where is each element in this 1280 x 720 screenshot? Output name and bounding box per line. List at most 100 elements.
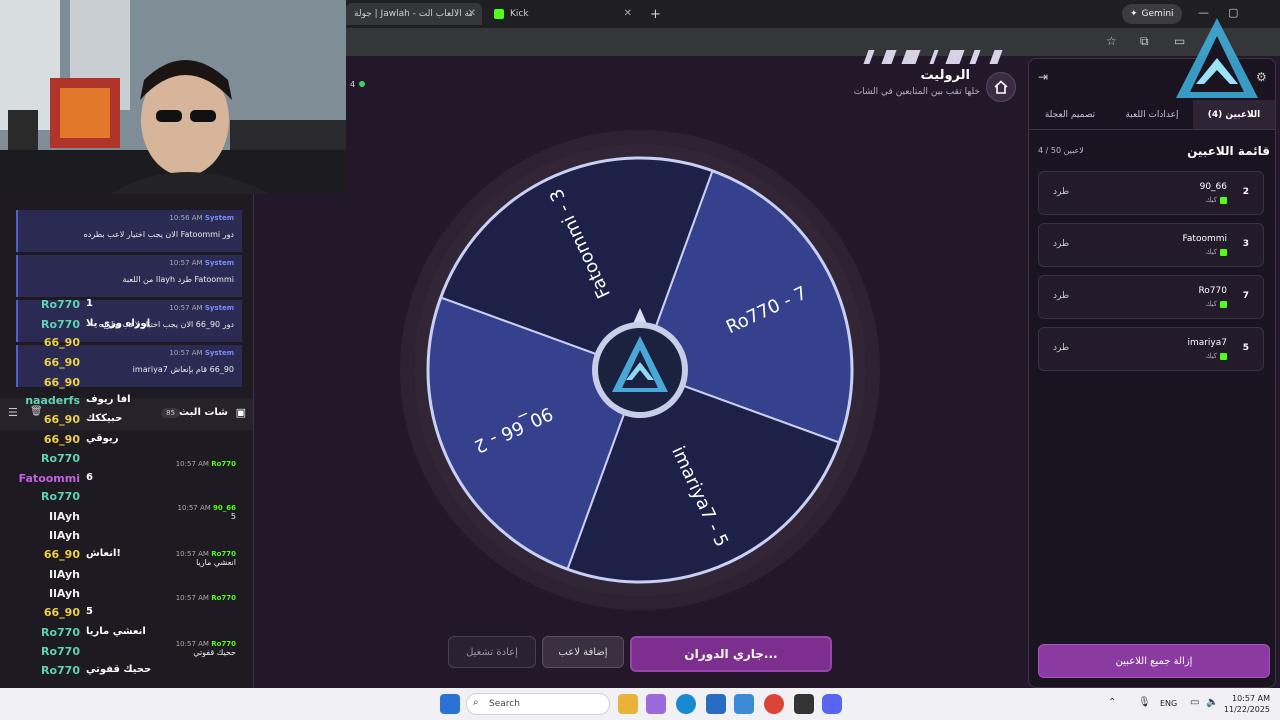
overlay-chat-line: 66_90 — [0, 548, 80, 561]
discord-icon[interactable] — [822, 694, 842, 714]
system-message: 10:56 AM System دور Fatoommi الان يجب اخ… — [16, 210, 242, 252]
message-user: 90_66 — [213, 504, 236, 512]
message-user: System — [204, 259, 234, 267]
add-player-button[interactable]: إضافة لاعب — [542, 636, 624, 668]
chat-count-badge: 85 — [161, 408, 180, 418]
overlay-chat-line: 66_90 — [0, 336, 80, 349]
player-name: Fatoommi — [1182, 234, 1227, 244]
store-icon[interactable] — [706, 694, 726, 714]
tab-label: Kick — [510, 9, 529, 19]
overlay-username: Ro770 — [41, 318, 80, 331]
home-button[interactable] — [986, 72, 1016, 102]
overlay-message: ريوقي — [86, 433, 119, 444]
message-time: 10:57 AM — [169, 304, 203, 312]
search-placeholder: Search — [489, 699, 520, 709]
overlay-chat-line: Ro770 — [0, 645, 80, 658]
player-row: 3 Fatoommi كيك طرد — [1038, 223, 1264, 267]
search-icon: ⌕ — [473, 697, 479, 708]
windows-start-icon[interactable] — [440, 694, 460, 714]
kick-icon — [1220, 196, 1227, 204]
message-text: دور Fatoommi الان يجب اختيار لاعب بطرده — [83, 230, 234, 239]
overlay-chat-line: Ro770 — [0, 452, 80, 465]
taskbar-search[interactable]: ⌕ Search — [466, 693, 610, 715]
overlay-chat-line: IlAyh — [0, 529, 80, 542]
message-user: Ro770 — [211, 550, 236, 558]
restart-button[interactable]: إعادة تشغيل — [448, 636, 536, 668]
overlay-username: Fatoommi — [18, 472, 80, 485]
collapse-panel-icon[interactable]: ⇥ — [1038, 70, 1048, 84]
message-time: 10:56 AM — [169, 214, 203, 222]
overlay-username: IlAyh — [49, 587, 80, 600]
clock-time: 10:57 AM — [1232, 694, 1270, 703]
network-icon[interactable]: ▭ — [1190, 697, 1199, 708]
overlay-username: 66_90 — [43, 376, 80, 389]
sparkle-icon: ✦ — [1130, 9, 1138, 19]
roulette-wheel[interactable]: Ro770 - 7 imariya7 - 5 90_66 - 2 Fatoommi -… — [400, 130, 880, 610]
system-message: 10:57 AM System Fatoommi طرد llayh من ال… — [16, 255, 242, 297]
overlay-chat-line: Ro770 — [0, 298, 80, 311]
tab-wheel-design[interactable]: تصميم العجلة — [1029, 100, 1111, 129]
player-row: 7 Ro770 كيك طرد — [1038, 275, 1264, 319]
overlay-username: Ro770 — [41, 490, 80, 503]
star-icon[interactable]: ☆ — [1106, 34, 1117, 48]
message-user: System — [204, 349, 234, 357]
player-platform: كيك — [1206, 352, 1227, 360]
extensions-icon[interactable]: ⧉ — [1140, 34, 1149, 49]
clock-date: 11/22/2025 — [1223, 705, 1270, 714]
overlay-chat-line: 66_90 — [0, 433, 80, 446]
obs-icon[interactable] — [794, 694, 814, 714]
remove-all-players-button[interactable]: إزالة جميع اللاعبين — [1038, 644, 1270, 678]
overlay-username: Ro770 — [41, 452, 80, 465]
kick-player-button[interactable]: طرد — [1053, 187, 1069, 197]
edge-icon[interactable] — [676, 694, 696, 714]
close-icon[interactable]: ✕ — [468, 8, 476, 19]
tab-players[interactable]: اللاعبين (4) — [1193, 100, 1275, 129]
spin-button[interactable]: جاري الدوران... — [630, 636, 832, 672]
copilot-icon[interactable] — [646, 694, 666, 714]
overlay-message: انعشي ماريا — [86, 626, 146, 637]
system-clock[interactable]: 10:57 AM 11/22/2025 — [1222, 693, 1270, 715]
message-time: 10:57 AM — [175, 460, 209, 468]
chevron-up-icon[interactable]: ⌃ — [1108, 697, 1116, 708]
online-indicator: 4 — [350, 80, 366, 89]
message-user: Ro770 — [211, 594, 236, 602]
home-icon — [994, 80, 1008, 94]
kick-player-button[interactable]: طرد — [1053, 343, 1069, 353]
overlay-chat-line: IlAyh — [0, 587, 80, 600]
tab-game-settings[interactable]: إعدادات اللعبة — [1111, 100, 1193, 129]
webcam-feed — [0, 0, 346, 194]
taskbar: ⌕ Search ⌃ ENG 🎙 ▭ 🔈 10:57 AM 11/22/2025 — [0, 688, 1280, 720]
tab-label: جولة | Jawlah - منصة الألعاب الت — [354, 9, 472, 19]
tab-kick[interactable]: Kick ✕ — [486, 3, 638, 25]
new-tab-button[interactable]: + — [642, 3, 662, 25]
microphone-icon[interactable]: 🎙 — [1138, 697, 1151, 708]
online-count: 4 — [350, 80, 356, 89]
player-number: 5 — [1242, 343, 1249, 353]
overlay-message: 1 — [86, 298, 93, 309]
settings-icon[interactable]: ⚙ — [1256, 70, 1267, 84]
page-title: الروليت — [920, 68, 970, 83]
player-number: 2 — [1242, 187, 1249, 197]
overlay-username: IlAyh — [49, 510, 80, 523]
message-user: System — [204, 214, 234, 222]
kick-icon — [494, 9, 504, 19]
overlay-chat-line: naaderfs — [0, 394, 80, 407]
chrome-icon[interactable] — [764, 694, 784, 714]
player-name: Ro770 — [1198, 286, 1227, 296]
overlay-username: naaderfs — [25, 394, 80, 407]
overlay-chat-line: Ro770 — [0, 490, 80, 503]
volume-icon[interactable]: 🔈 — [1206, 697, 1218, 708]
kick-player-button[interactable]: طرد — [1053, 239, 1069, 249]
overlay-username: 66_90 — [43, 606, 80, 619]
close-icon[interactable]: ✕ — [624, 8, 632, 19]
jawlah-brand-logo — [1176, 18, 1258, 98]
overlay-username: 66_90 — [43, 548, 80, 561]
kick-player-button[interactable]: طرد — [1053, 291, 1069, 301]
mail-icon[interactable] — [734, 694, 754, 714]
language-indicator[interactable]: ENG — [1160, 699, 1177, 708]
message-time: 10:57 AM — [175, 640, 209, 648]
tab-jawlah[interactable]: جولة | Jawlah - منصة الألعاب الت ✕ — [346, 3, 482, 25]
file-explorer-icon[interactable] — [618, 694, 638, 714]
overlay-message: افا ريوف — [86, 394, 131, 405]
overlay-chat-line: 66_90 — [0, 413, 80, 426]
